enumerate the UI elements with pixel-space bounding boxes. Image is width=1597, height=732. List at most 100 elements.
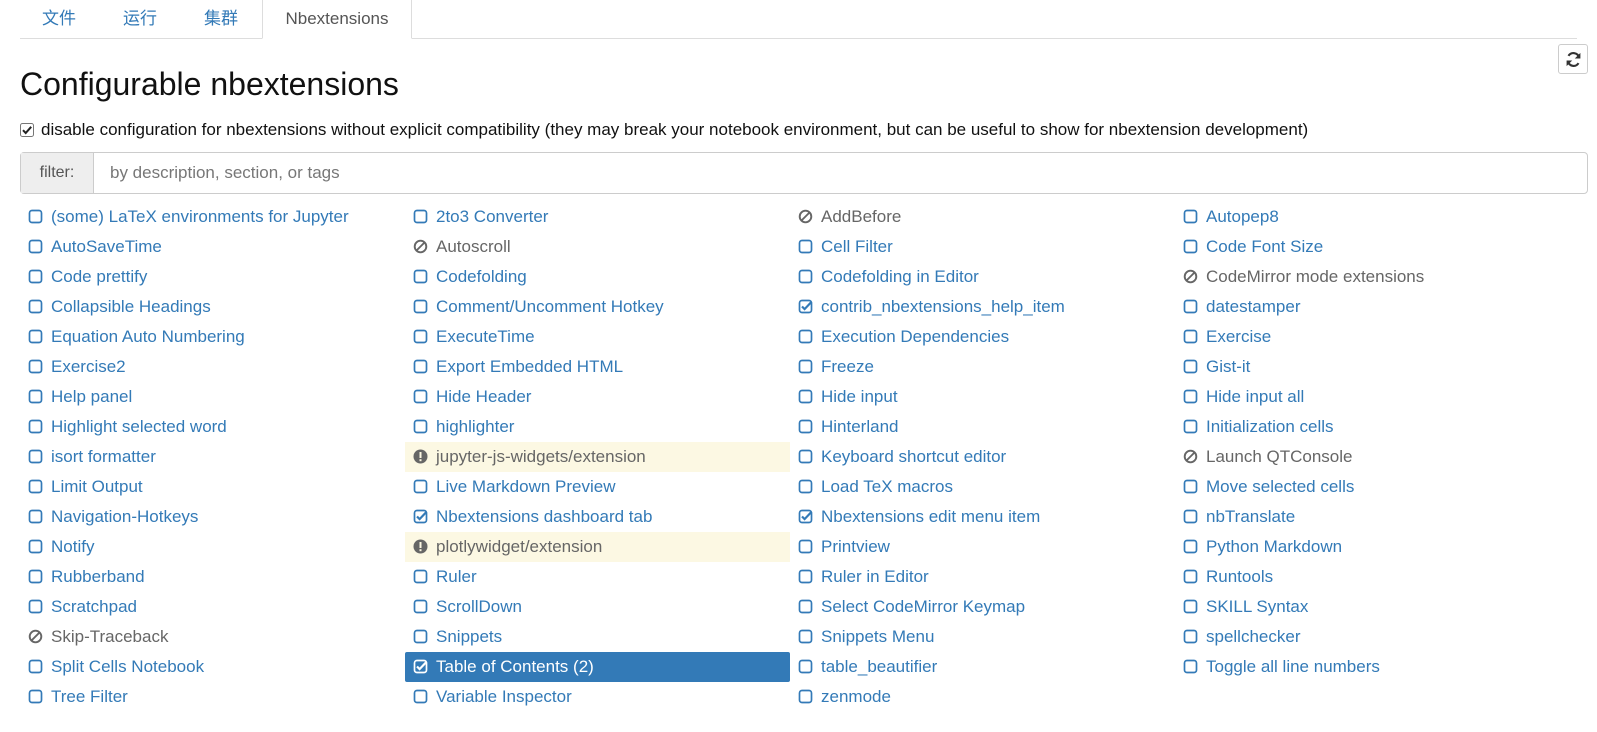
filter-label: filter: bbox=[21, 153, 94, 193]
extension-item[interactable]: 2to3 Converter bbox=[405, 202, 790, 232]
extension-item[interactable]: Launch QTConsole bbox=[1175, 442, 1560, 472]
extension-label: Exercise2 bbox=[51, 357, 126, 376]
extension-label: Freeze bbox=[821, 357, 874, 376]
extension-item[interactable]: Ruler in Editor bbox=[790, 562, 1175, 592]
extension-label: plotlywidget/extension bbox=[436, 537, 603, 556]
extension-item[interactable]: Snippets bbox=[405, 622, 790, 652]
extension-item[interactable]: Export Embedded HTML bbox=[405, 352, 790, 382]
extension-item[interactable]: nbTranslate bbox=[1175, 502, 1560, 532]
square-icon bbox=[798, 689, 813, 704]
extension-item[interactable]: Ruler bbox=[405, 562, 790, 592]
extension-item[interactable]: Code Font Size bbox=[1175, 232, 1560, 262]
extension-label: Hide input all bbox=[1206, 387, 1305, 406]
extension-label: Autoscroll bbox=[436, 237, 511, 256]
extension-item[interactable]: Select CodeMirror Keymap bbox=[790, 592, 1175, 622]
tab-clusters[interactable]: 集群 bbox=[181, 0, 261, 39]
square-icon bbox=[28, 239, 43, 254]
extension-item[interactable]: Python Markdown bbox=[1175, 532, 1560, 562]
extension-label: Keyboard shortcut editor bbox=[821, 447, 1007, 466]
extension-item[interactable]: Rubberband bbox=[20, 562, 405, 592]
extension-item[interactable]: Hinterland bbox=[790, 412, 1175, 442]
extension-item[interactable]: Autopep8 bbox=[1175, 202, 1560, 232]
extension-label: Export Embedded HTML bbox=[436, 357, 624, 376]
extension-label: datestamper bbox=[1206, 297, 1301, 316]
extension-label: Hide input bbox=[821, 387, 898, 406]
extension-item[interactable]: Codefolding bbox=[405, 262, 790, 292]
extension-item[interactable]: Live Markdown Preview bbox=[405, 472, 790, 502]
extension-item[interactable]: zenmode bbox=[790, 682, 1175, 712]
extension-item[interactable]: AddBefore bbox=[790, 202, 1175, 232]
extension-item[interactable]: Code prettify bbox=[20, 262, 405, 292]
extension-item[interactable]: Exercise2 bbox=[20, 352, 405, 382]
extension-label: ExecuteTime bbox=[436, 327, 535, 346]
tab-files[interactable]: 文件 bbox=[20, 0, 98, 39]
ban-icon bbox=[413, 239, 428, 254]
extension-label: Live Markdown Preview bbox=[436, 477, 616, 496]
extension-item[interactable]: isort formatter bbox=[20, 442, 405, 472]
extension-item[interactable]: Printview bbox=[790, 532, 1175, 562]
extension-item[interactable]: Initialization cells bbox=[1175, 412, 1560, 442]
extension-item[interactable]: Comment/Uncomment Hotkey bbox=[405, 292, 790, 322]
extension-item[interactable]: spellchecker bbox=[1175, 622, 1560, 652]
extension-item[interactable]: CodeMirror mode extensions bbox=[1175, 262, 1560, 292]
extension-item[interactable]: Variable Inspector bbox=[405, 682, 790, 712]
extension-item[interactable]: Nbextensions edit menu item bbox=[790, 502, 1175, 532]
extension-item[interactable]: Hide Header bbox=[405, 382, 790, 412]
extension-item[interactable]: highlighter bbox=[405, 412, 790, 442]
extension-item[interactable]: Autoscroll bbox=[405, 232, 790, 262]
extension-item[interactable]: Help panel bbox=[20, 382, 405, 412]
square-icon bbox=[798, 269, 813, 284]
square-icon bbox=[413, 419, 428, 434]
square-icon bbox=[798, 449, 813, 464]
extension-item[interactable]: Notify bbox=[20, 532, 405, 562]
extension-item[interactable]: table_beautifier bbox=[790, 652, 1175, 682]
extension-item[interactable]: Toggle all line numbers bbox=[1175, 652, 1560, 682]
extension-item[interactable]: plotlywidget/extension bbox=[405, 532, 790, 562]
extension-item[interactable]: Table of Contents (2) bbox=[405, 652, 790, 682]
extension-item[interactable]: Collapsible Headings bbox=[20, 292, 405, 322]
extension-item[interactable]: Freeze bbox=[790, 352, 1175, 382]
extension-item[interactable]: Hide input bbox=[790, 382, 1175, 412]
square-icon bbox=[28, 359, 43, 374]
extension-item[interactable]: Cell Filter bbox=[790, 232, 1175, 262]
extension-item[interactable]: Move selected cells bbox=[1175, 472, 1560, 502]
extension-item[interactable]: jupyter-js-widgets/extension bbox=[405, 442, 790, 472]
extension-item[interactable]: Execution Dependencies bbox=[790, 322, 1175, 352]
extension-item[interactable]: ScrollDown bbox=[405, 592, 790, 622]
extension-item[interactable]: SKILL Syntax bbox=[1175, 592, 1560, 622]
extension-item[interactable]: Gist-it bbox=[1175, 352, 1560, 382]
extension-item[interactable]: Snippets Menu bbox=[790, 622, 1175, 652]
extension-item[interactable]: Tree Filter bbox=[20, 682, 405, 712]
extension-item[interactable]: Highlight selected word bbox=[20, 412, 405, 442]
extension-item[interactable]: Split Cells Notebook bbox=[20, 652, 405, 682]
extension-label: Launch QTConsole bbox=[1206, 447, 1353, 466]
extension-item[interactable]: Navigation-Hotkeys bbox=[20, 502, 405, 532]
extension-label: (some) LaTeX environments for Jupyter bbox=[51, 207, 349, 226]
compat-option[interactable]: disable configuration for nbextensions w… bbox=[20, 118, 1308, 142]
extension-item[interactable]: Keyboard shortcut editor bbox=[790, 442, 1175, 472]
extension-item[interactable]: contrib_nbextensions_help_item bbox=[790, 292, 1175, 322]
extension-item[interactable]: Scratchpad bbox=[20, 592, 405, 622]
extension-item[interactable]: Limit Output bbox=[20, 472, 405, 502]
extension-item[interactable]: datestamper bbox=[1175, 292, 1560, 322]
square-icon bbox=[1183, 329, 1198, 344]
extension-item[interactable]: ExecuteTime bbox=[405, 322, 790, 352]
compat-checkbox[interactable] bbox=[20, 120, 34, 144]
extension-item[interactable]: Skip-Traceback bbox=[20, 622, 405, 652]
square-icon bbox=[28, 689, 43, 704]
extension-item[interactable]: Load TeX macros bbox=[790, 472, 1175, 502]
extension-item[interactable]: Equation Auto Numbering bbox=[20, 322, 405, 352]
extension-item[interactable]: Nbextensions dashboard tab bbox=[405, 502, 790, 532]
tab-running[interactable]: 运行 bbox=[100, 0, 180, 39]
check-square-icon bbox=[413, 659, 428, 674]
extension-item[interactable]: Exercise bbox=[1175, 322, 1560, 352]
extension-item[interactable]: Runtools bbox=[1175, 562, 1560, 592]
filter-input[interactable] bbox=[94, 153, 1587, 193]
extension-item[interactable]: (some) LaTeX environments for Jupyter bbox=[20, 202, 405, 232]
extension-item[interactable]: Hide input all bbox=[1175, 382, 1560, 412]
refresh-button[interactable] bbox=[1558, 44, 1588, 74]
extension-label: zenmode bbox=[821, 687, 891, 706]
extension-item[interactable]: AutoSaveTime bbox=[20, 232, 405, 262]
extension-item[interactable]: Codefolding in Editor bbox=[790, 262, 1175, 292]
tab-nbextensions[interactable]: Nbextensions bbox=[262, 0, 412, 39]
